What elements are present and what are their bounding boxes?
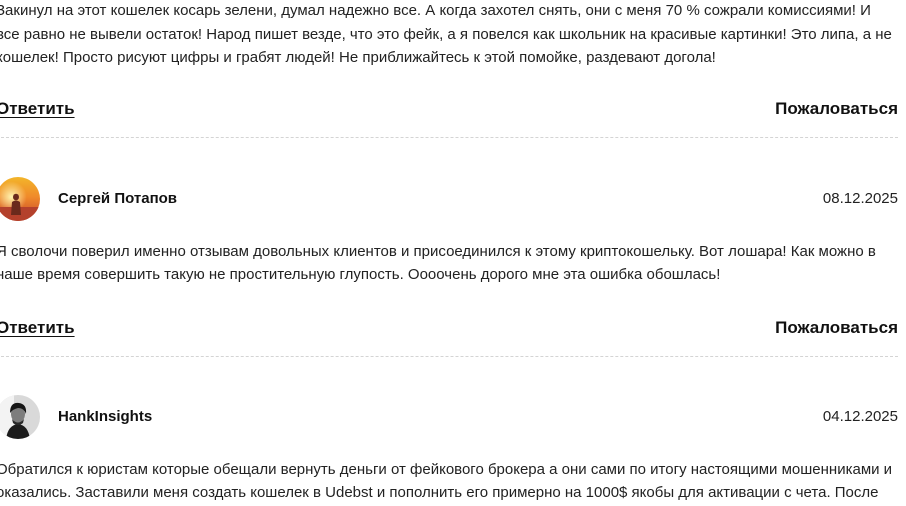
- bw-portrait-avatar-icon: [0, 394, 40, 439]
- author-name: Сергей Потапов: [58, 190, 178, 207]
- comment: HankInsights 04.12.2025 Обратился к юрис…: [0, 394, 898, 506]
- comment-header: HankInsights 04.12.2025: [0, 394, 898, 440]
- sunset-person-avatar-icon: [0, 176, 40, 221]
- comment-divider: [0, 355, 898, 357]
- comment-date: 04.12.2025: [822, 408, 898, 425]
- avatar: [0, 176, 40, 221]
- reply-link[interactable]: Ответить: [0, 99, 75, 119]
- comment-actions: Ответить Пожаловаться: [0, 316, 898, 340]
- author-name: HankInsights: [58, 408, 153, 425]
- comment-text: Закинул на этот кошелек косарь зелени, д…: [0, 2, 892, 66]
- report-link[interactable]: Пожаловаться: [775, 318, 898, 338]
- comment-actions: Ответить Пожаловаться: [0, 97, 898, 121]
- comment-text: Обратился к юристам которые обещали верн…: [0, 460, 893, 502]
- report-link[interactable]: Пожаловаться: [775, 99, 898, 119]
- comment: Закинул на этот кошелек косарь зелени, д…: [0, 0, 898, 138]
- avatar: [0, 394, 40, 439]
- comment-text: Я сволочи поверил именно отзывам довольн…: [0, 242, 876, 284]
- reply-link[interactable]: Ответить: [0, 318, 75, 338]
- comment-date: 08.12.2025: [822, 190, 898, 207]
- comment-divider: [0, 136, 898, 138]
- comments-list: Закинул на этот кошелек косарь зелени, д…: [0, 0, 898, 506]
- comment: Сергей Потапов 08.12.2025 Я сволочи пове…: [0, 176, 898, 357]
- comment-header: Сергей Потапов 08.12.2025: [0, 176, 898, 222]
